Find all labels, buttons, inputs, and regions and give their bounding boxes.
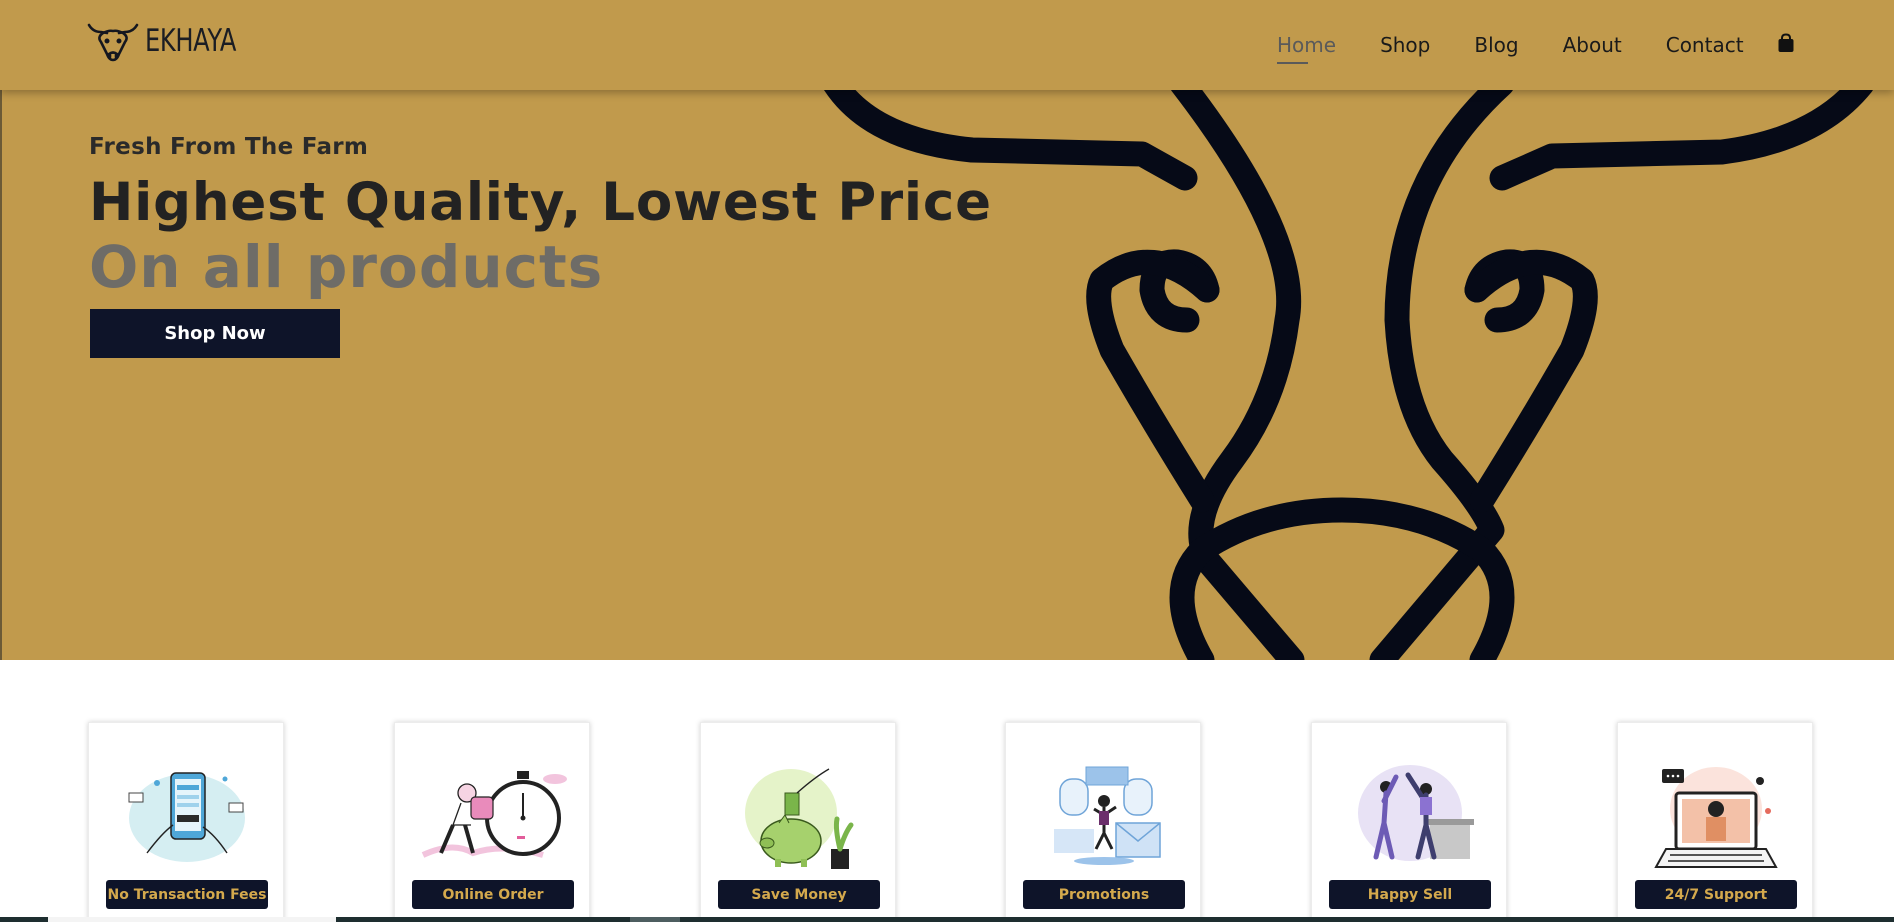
feature-card-save-money[interactable]: Save Money (700, 722, 896, 922)
high-five-icon (1358, 765, 1474, 861)
shop-now-button[interactable]: Shop Now (90, 309, 340, 358)
shopping-bag-icon[interactable] (1777, 33, 1795, 53)
feature-card-promotions[interactable]: Promotions (1005, 722, 1201, 922)
hero-title: Highest Quality, Lowest Price (89, 172, 992, 233)
bull-logo-icon (87, 23, 139, 62)
main-nav: Home Shop Blog About Contact (1277, 30, 1788, 64)
nav-home[interactable]: Home (1277, 33, 1336, 64)
email-promotion-icon (1054, 766, 1161, 865)
feature-label: Online Order (412, 880, 574, 909)
nav-blog[interactable]: Blog (1474, 33, 1518, 57)
mobile-payment-icon (128, 772, 245, 862)
hero-banner: Fresh From The Farm Highest Quality, Low… (0, 90, 1894, 660)
delivery-stopwatch-icon (421, 771, 567, 858)
nav-shop[interactable]: Shop (1380, 33, 1430, 57)
feature-label: Save Money (718, 880, 880, 909)
site-header: EKHAYA Home Shop Blog About Contact (0, 0, 1894, 90)
nav-contact[interactable]: Contact (1666, 33, 1744, 57)
feature-label: 24/7 Support (1635, 880, 1797, 909)
feature-card-support[interactable]: 24/7 Support (1617, 722, 1813, 922)
feature-label: Happy Sell (1329, 880, 1491, 909)
brand-logo[interactable]: EKHAYA (87, 20, 262, 62)
piggy-bank-icon (745, 768, 854, 869)
feature-card-happy-sell[interactable]: Happy Sell (1311, 722, 1507, 922)
hero-pretitle: Fresh From The Farm (89, 134, 369, 160)
feature-card-no-transaction-fees[interactable]: No Transaction Fees (88, 722, 284, 922)
feature-card-online-order[interactable]: Online Order (394, 722, 590, 922)
features-section: No Transaction Fees Online Order Save Mo… (0, 660, 1894, 922)
nav-about[interactable]: About (1563, 33, 1622, 57)
feature-label: No Transaction Fees (106, 880, 268, 909)
feature-label: Promotions (1023, 880, 1185, 909)
brand-name: EKHAYA (145, 23, 237, 59)
laptop-support-icon (1654, 767, 1778, 868)
hero-subtitle: On all products (89, 233, 604, 301)
bottom-strip (0, 917, 1894, 922)
